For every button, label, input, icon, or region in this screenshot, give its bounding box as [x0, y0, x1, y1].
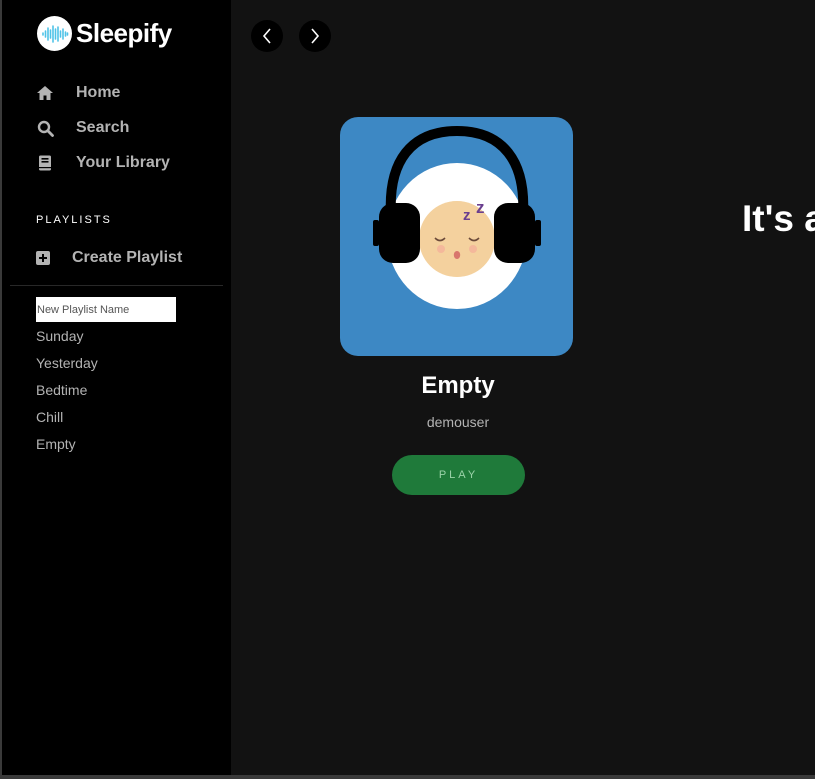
nav-search-label: Search [76, 119, 130, 136]
home-icon [36, 84, 54, 102]
forward-button[interactable] [299, 20, 331, 52]
sidebar-divider [10, 285, 223, 286]
playlist-item-chill[interactable]: Chill [36, 409, 98, 436]
playlist-item-bedtime[interactable]: Bedtime [36, 382, 98, 409]
playlist-item-sunday[interactable]: Sunday [36, 328, 98, 355]
new-playlist-name-input[interactable] [36, 297, 176, 322]
nav-home-label: Home [76, 84, 121, 101]
window-left-border [0, 0, 2, 779]
playlist-item-empty[interactable]: Empty [36, 436, 98, 463]
nav-library[interactable]: Your Library [36, 154, 170, 172]
create-playlist-button[interactable]: Create Playlist [36, 249, 182, 267]
sidebar: Sleepify Home Search Your Library PLAYLI… [0, 0, 231, 775]
search-icon [36, 119, 54, 137]
app-window: Sleepify Home Search Your Library PLAYLI… [0, 0, 815, 779]
library-book-icon [36, 154, 54, 172]
sleeping-face-headphones-icon: z z [373, 125, 541, 309]
playlists-heading: PLAYLISTS [36, 214, 112, 226]
back-button[interactable] [251, 20, 283, 52]
create-playlist-label: Create Playlist [72, 249, 183, 266]
nav-home[interactable]: Home [36, 84, 120, 102]
chevron-left-icon [261, 27, 273, 45]
playlist-list: Sunday Yesterday Bedtime Chill Empty [36, 328, 98, 463]
nav-search[interactable]: Search [36, 119, 129, 137]
svg-text:z: z [463, 207, 471, 224]
nav-library-label: Your Library [76, 154, 170, 171]
playlist-owner[interactable]: demouser [340, 414, 576, 430]
chevron-right-icon [309, 27, 321, 45]
window-bottom-border [0, 775, 815, 779]
plus-square-icon [36, 251, 50, 265]
playlist-cover: z z [340, 117, 573, 356]
play-button[interactable]: PLAY [392, 455, 525, 495]
app-name: Sleepify [76, 18, 172, 48]
main-headline: It's a [742, 198, 815, 239]
soundwave-logo-icon [37, 16, 72, 51]
svg-text:z: z [476, 198, 485, 217]
playlist-item-yesterday[interactable]: Yesterday [36, 355, 98, 382]
playlist-title: Empty [421, 372, 495, 399]
app-logo[interactable]: Sleepify [37, 16, 172, 51]
